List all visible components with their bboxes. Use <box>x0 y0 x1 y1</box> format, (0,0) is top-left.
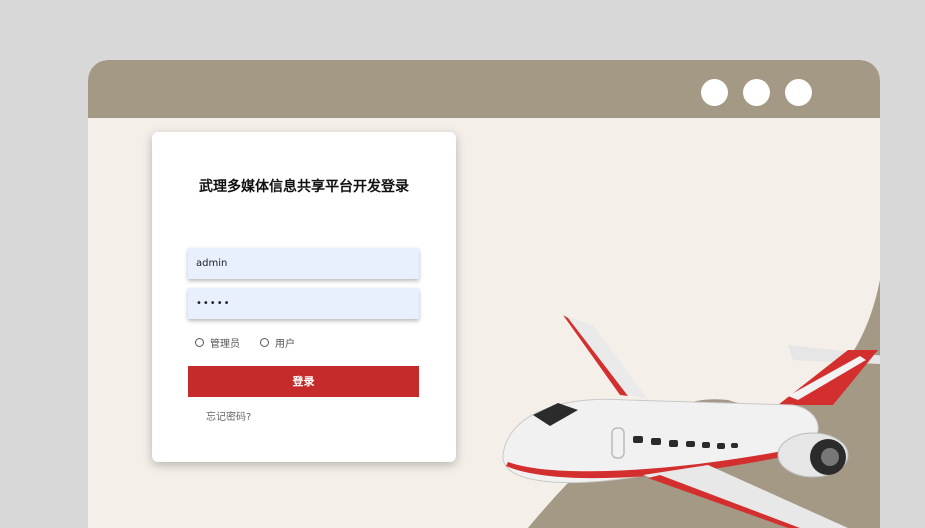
window-control-1[interactable] <box>701 79 728 106</box>
role-selector: 管理员 用户 <box>195 335 315 350</box>
window-titlebar <box>88 60 880 118</box>
role-option-user[interactable]: 用户 <box>260 335 295 350</box>
role-user-label: 用户 <box>275 339 295 350</box>
radio-icon[interactable] <box>195 338 204 347</box>
role-admin-label: 管理员 <box>210 339 240 350</box>
login-title: 武理多媒体信息共享平台开发登录 <box>199 179 409 195</box>
window-control-3[interactable] <box>785 79 812 106</box>
username-input[interactable] <box>188 248 419 279</box>
window-control-2[interactable] <box>743 79 770 106</box>
login-button[interactable]: 登录 <box>188 366 419 397</box>
forgot-password-link[interactable]: 忘记密码? <box>206 408 251 423</box>
role-option-admin[interactable]: 管理员 <box>195 335 240 350</box>
password-input[interactable] <box>188 288 419 319</box>
login-card: 武理多媒体信息共享平台开发登录 管理员 用户 登录 忘记密码? <box>152 132 456 462</box>
radio-icon[interactable] <box>260 338 269 347</box>
